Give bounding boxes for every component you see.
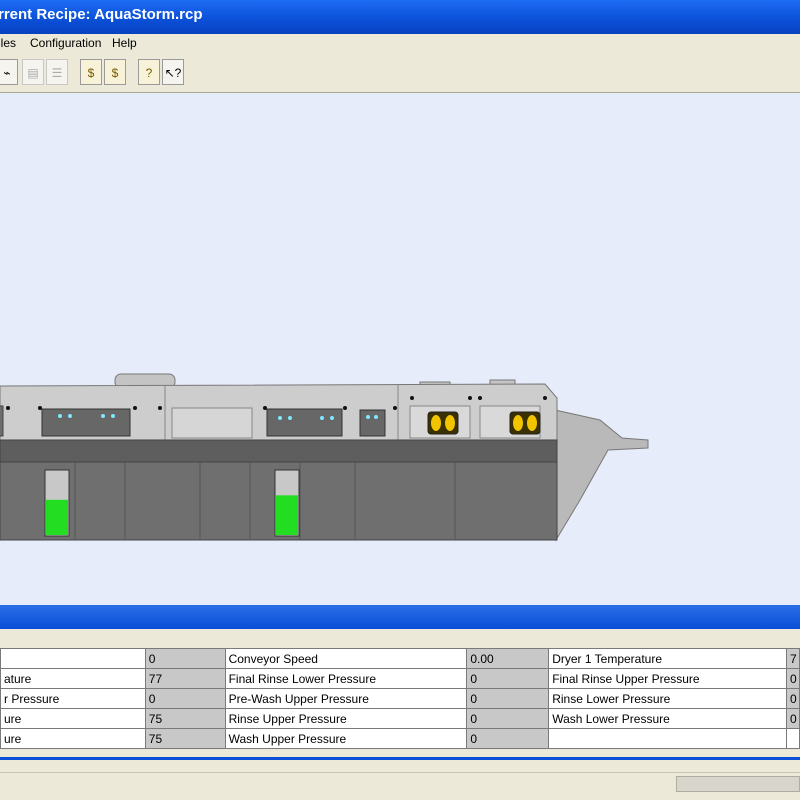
- parameter-panel: 0 Conveyor Speed 0.00 Dryer 1 Temperature 7 a…: [0, 629, 800, 800]
- parameter-name: Wash Lower Pressure: [548, 708, 787, 729]
- parameter-name: [0, 648, 146, 669]
- parameter-name: ure: [0, 708, 146, 729]
- machine-view: [0, 93, 800, 605]
- parameter-value: 0: [785, 688, 800, 709]
- parameter-name: ature: [0, 668, 146, 689]
- parameter-value: 75: [144, 728, 226, 749]
- parameter-name: Dryer 1 Temperature: [548, 648, 787, 669]
- parameter-value: 0: [466, 688, 550, 709]
- parameter-name: Rinse Lower Pressure: [548, 688, 787, 709]
- chart-icon[interactable]: ⌁: [0, 59, 18, 85]
- parameter-table: 0 Conveyor Speed 0.00 Dryer 1 Temperature 7 a…: [0, 648, 800, 749]
- disabled-tool-icon[interactable]: ▤: [22, 59, 44, 85]
- disabled-list-icon[interactable]: ☰: [46, 59, 68, 85]
- parameter-row: ature 77 Final Rinse Lower Pressure 0 Final …: [0, 668, 800, 689]
- separator-bar: [0, 605, 800, 629]
- parameter-row: r Pressure 0 Pre-Wash Upper Pressure 0 Rinse…: [0, 688, 800, 709]
- parameter-name: Final Rinse Upper Pressure: [548, 668, 787, 689]
- parameter-value: 7: [785, 648, 800, 669]
- wash-panel: [266, 408, 343, 437]
- menu-help[interactable]: Help: [112, 36, 137, 50]
- money-bag-icon-2[interactable]: $: [104, 59, 126, 85]
- parameter-value: 0: [785, 708, 800, 729]
- exit-hood: [554, 409, 649, 542]
- parameter-name: r Pressure: [0, 688, 146, 709]
- prewash-panel: [41, 408, 131, 437]
- parameter-value: 75: [144, 708, 226, 729]
- parameter-name: Wash Upper Pressure: [224, 728, 468, 749]
- prewash-tank-level: [46, 499, 68, 535]
- menu-configuration[interactable]: Configuration: [30, 36, 101, 50]
- parameter-name: Rinse Upper Pressure: [224, 708, 468, 729]
- bottom-bar: [0, 757, 800, 760]
- menu-files[interactable]: iles: [0, 36, 16, 50]
- money-bag-icon[interactable]: $: [80, 59, 102, 85]
- parameter-row: ure 75 Wash Upper Pressure 0: [0, 728, 800, 749]
- washer-machine-diagram: [0, 373, 649, 542]
- parameter-value: 0: [466, 708, 550, 729]
- menu-bar: iles Configuration Help: [0, 34, 800, 54]
- context-help-icon[interactable]: ↖?: [162, 59, 184, 85]
- parameter-value: 0: [144, 688, 226, 709]
- help-icon[interactable]: ?: [138, 59, 160, 85]
- parameter-row: 0 Conveyor Speed 0.00 Dryer 1 Temperature 7: [0, 648, 800, 669]
- parameter-value: 0: [466, 728, 550, 749]
- toolbar: ⌁ ▤ ☰ $ $ ? ↖?: [0, 54, 800, 93]
- title-bar: rrent Recipe: AquaStorm.rcp: [0, 0, 800, 34]
- parameter-value: 0.00: [466, 648, 550, 669]
- parameter-row: ure 75 Rinse Upper Pressure 0 Wash Lower Pre…: [0, 708, 800, 729]
- parameter-name: Conveyor Speed: [224, 648, 468, 669]
- parameter-name: [548, 728, 787, 749]
- wash-tank-level: [276, 495, 298, 535]
- parameter-name: Pre-Wash Upper Pressure: [224, 688, 468, 709]
- parameter-name: ure: [0, 728, 146, 749]
- horizontal-scrollbar[interactable]: [676, 776, 800, 792]
- window-title: rrent Recipe: AquaStorm.rcp: [0, 6, 203, 23]
- parameter-value: 77: [144, 668, 226, 689]
- parameter-value: 0: [466, 668, 550, 689]
- parameter-name: Final Rinse Lower Pressure: [224, 668, 468, 689]
- parameter-value: 0: [785, 668, 800, 689]
- parameter-value: 0: [144, 648, 226, 669]
- parameter-value: [785, 728, 800, 749]
